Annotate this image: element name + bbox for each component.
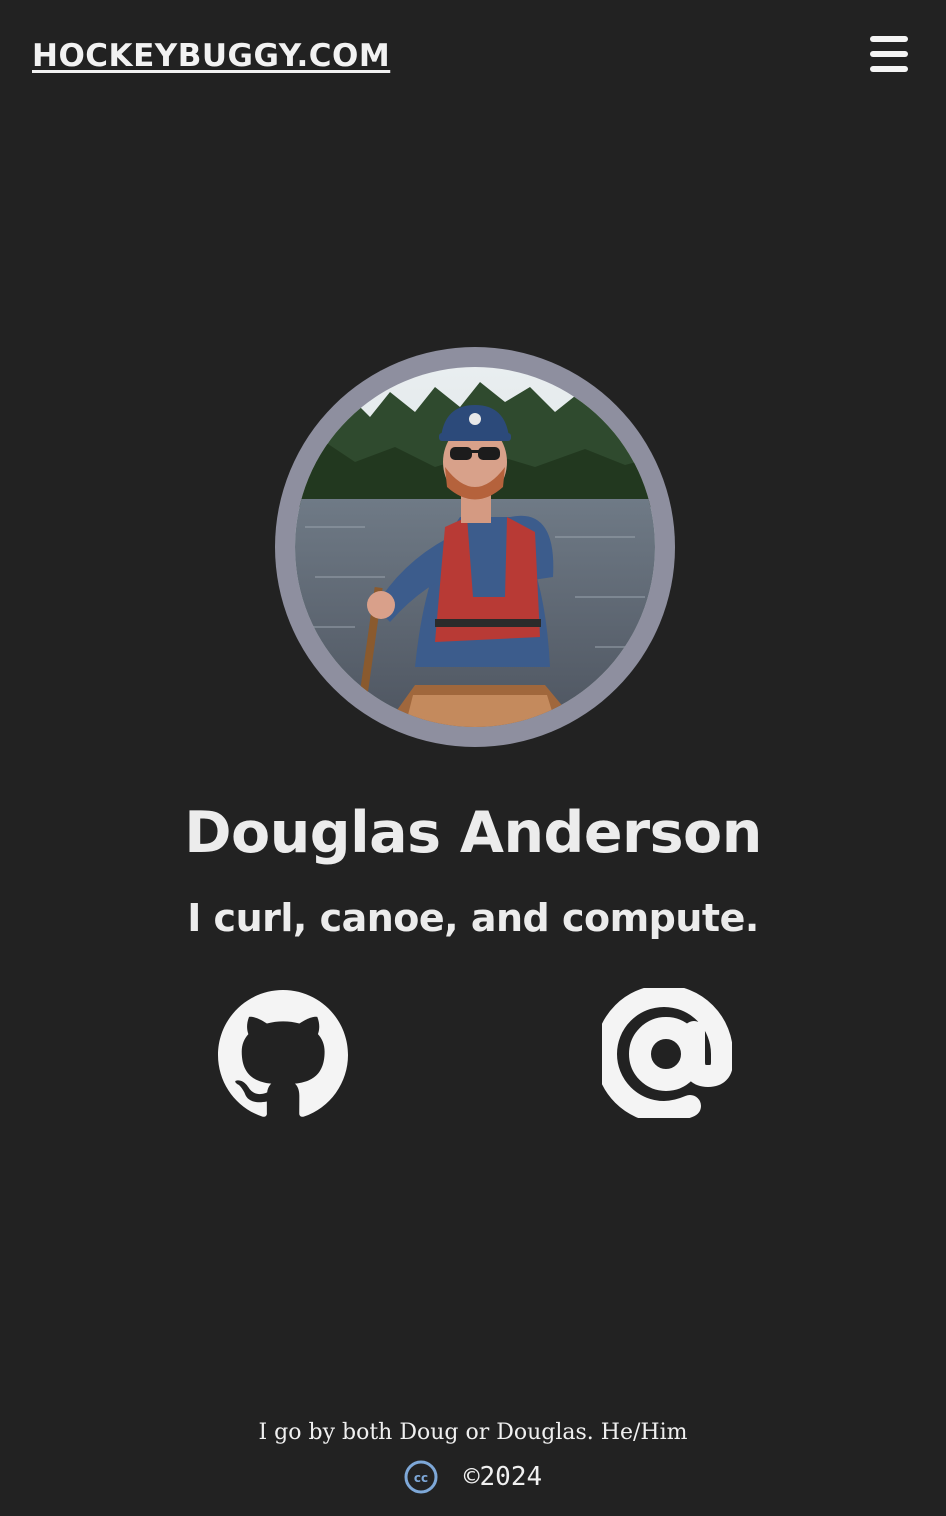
footer-copyright-row: cc ©2024 <box>0 1460 946 1494</box>
at-sign-icon <box>595 985 733 1124</box>
profile-tagline: I curl, canoe, and compute. <box>187 896 759 940</box>
creative-commons-icon[interactable]: cc <box>404 1460 438 1494</box>
email-link[interactable] <box>595 985 733 1124</box>
profile-photo <box>295 367 655 727</box>
menu-button[interactable] <box>866 34 912 74</box>
svg-text:cc: cc <box>414 1471 428 1485</box>
site-title-link[interactable]: HOCKEYBUGGY.COM <box>32 38 390 74</box>
copyright-text: ©2024 <box>463 1462 543 1492</box>
avatar-frame <box>275 347 675 747</box>
github-link[interactable] <box>218 990 348 1120</box>
profile-name: Douglas Anderson <box>184 800 762 866</box>
github-icon <box>218 990 348 1117</box>
footer-note: I go by both Doug or Douglas. He/Him <box>258 1420 688 1445</box>
